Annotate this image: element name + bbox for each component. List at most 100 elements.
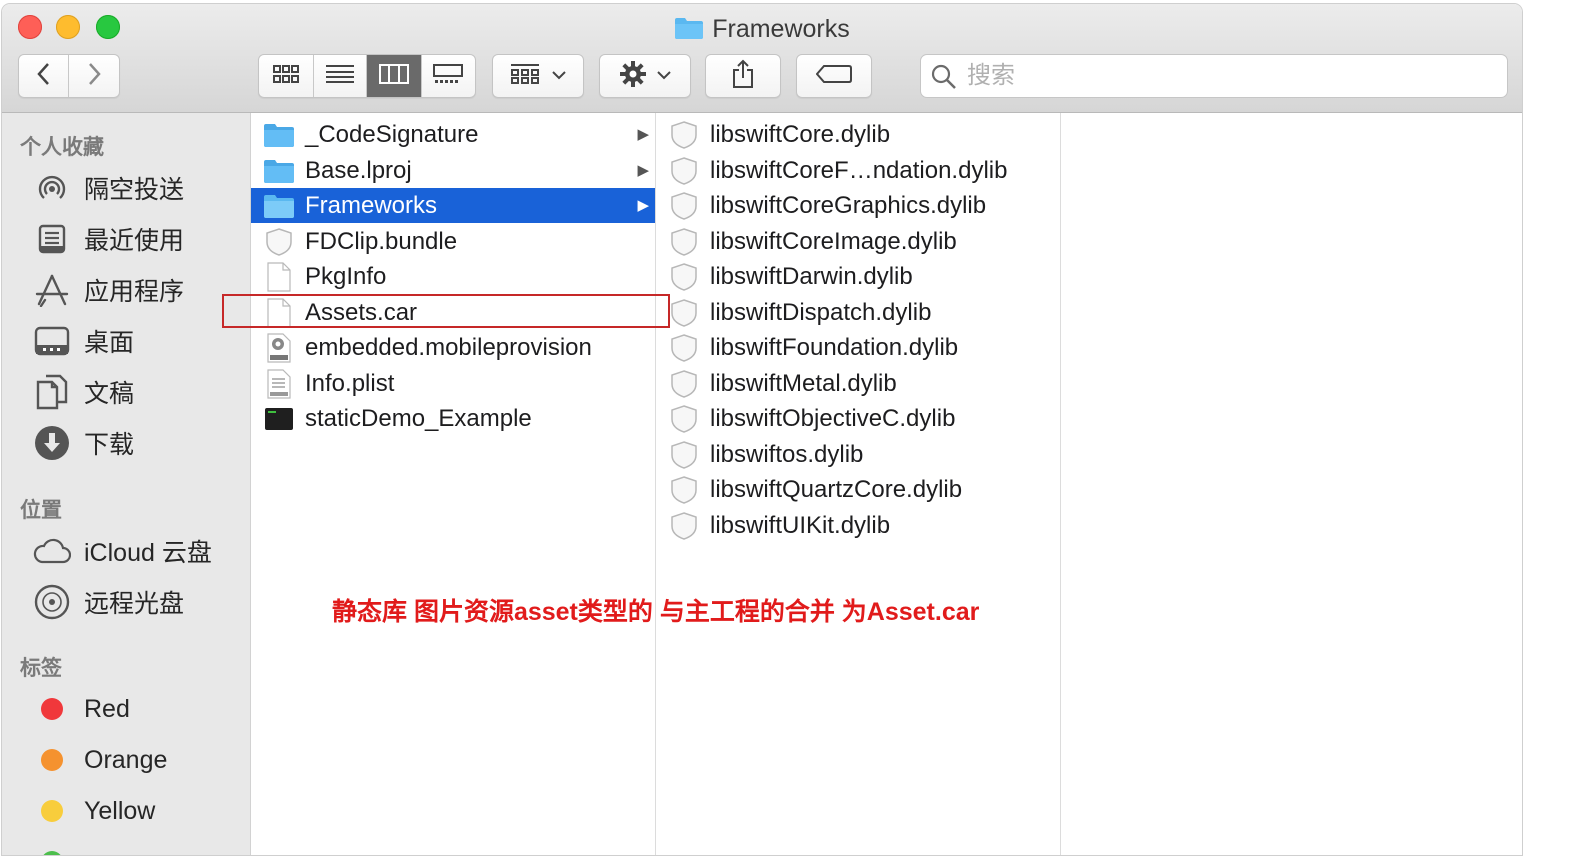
dylib-icon bbox=[666, 332, 702, 364]
sidebar-tag-green[interactable] bbox=[32, 842, 242, 855]
tag-dot-container bbox=[32, 740, 72, 780]
file-name: Frameworks bbox=[305, 191, 438, 219]
sidebar-item-recents[interactable]: 最近使用 bbox=[32, 219, 242, 259]
sidebar-item-label: Yellow bbox=[84, 796, 156, 825]
file-name: libswiftCoreGraphics.dylib bbox=[710, 191, 987, 219]
tags-button[interactable] bbox=[796, 54, 872, 98]
list-item[interactable]: libswiftMetal.dylib bbox=[656, 366, 897, 401]
sidebar-item-label: 隔空投送 bbox=[84, 176, 185, 204]
file-name: libswiftUIKit.dylib bbox=[710, 511, 891, 539]
documents-icon bbox=[32, 372, 72, 412]
sidebar-item-label: iCloud 云盘 bbox=[84, 539, 212, 567]
tag-dot-container bbox=[32, 791, 72, 831]
file-name: libswiftMetal.dylib bbox=[710, 369, 897, 397]
group-grid-icon bbox=[510, 63, 540, 90]
cloud-icon bbox=[32, 531, 72, 571]
yellow-tag-icon bbox=[41, 800, 63, 822]
sidebar-item-downloads[interactable]: 下载 bbox=[32, 423, 242, 463]
share-button[interactable] bbox=[705, 54, 781, 98]
list-item[interactable]: libswiftCoreImage.dylib bbox=[656, 224, 957, 259]
gear-icon bbox=[619, 60, 647, 93]
list-item[interactable]: libswiftCoreF…ndation.dylib bbox=[656, 153, 1007, 188]
dylib-icon bbox=[666, 510, 702, 542]
dylib-icon bbox=[666, 439, 702, 471]
file-name: libswiftQuartzCore.dylib bbox=[710, 475, 963, 503]
file-name: _CodeSignature bbox=[305, 120, 479, 148]
sidebar-item-airdrop[interactable]: 隔空投送 bbox=[32, 168, 242, 208]
provision-icon bbox=[261, 332, 297, 364]
sidebar-tag-yellow[interactable]: Yellow bbox=[32, 791, 242, 831]
list-item[interactable]: libswiftDarwin.dylib bbox=[656, 259, 913, 294]
dylib-icon bbox=[666, 368, 702, 400]
list-item[interactable]: libswiftDispatch.dylib bbox=[656, 295, 931, 330]
list-item[interactable]: libswiftCoreGraphics.dylib bbox=[656, 188, 986, 223]
search-placeholder: 搜索 bbox=[967, 62, 1015, 89]
file-name: FDClip.bundle bbox=[305, 227, 458, 255]
action-menu-button[interactable] bbox=[599, 54, 691, 98]
list-item[interactable]: Base.lproj ▶ bbox=[251, 153, 655, 188]
disc-icon bbox=[32, 582, 72, 622]
disclosure-arrow-icon: ▶ bbox=[637, 126, 649, 143]
group-by-button[interactable] bbox=[492, 54, 584, 98]
file-name: libswiftFoundation.dylib bbox=[710, 333, 959, 361]
dylib-icon bbox=[666, 261, 702, 293]
list-item[interactable]: FDClip.bundle bbox=[251, 224, 655, 259]
list-item[interactable]: staticDemo_Example bbox=[251, 401, 655, 436]
file-name: libswiftCoreImage.dylib bbox=[710, 227, 957, 255]
document-icon bbox=[261, 261, 297, 293]
sidebar-item-remote-disc[interactable]: 远程光盘 bbox=[32, 582, 242, 622]
gallery-view-button[interactable] bbox=[422, 55, 476, 97]
favorites-header: 个人收藏 bbox=[20, 136, 104, 159]
window-title-text: Frameworks bbox=[712, 15, 850, 43]
list-view-button[interactable] bbox=[314, 55, 367, 97]
back-button[interactable] bbox=[19, 55, 70, 97]
share-icon bbox=[731, 59, 755, 94]
dylib-icon bbox=[666, 403, 702, 435]
sidebar-item-desktop[interactable]: 桌面 bbox=[32, 321, 242, 361]
sidebar-item-icloud[interactable]: iCloud 云盘 bbox=[32, 531, 242, 571]
list-item[interactable]: libswiftFoundation.dylib bbox=[656, 330, 958, 365]
folder-icon bbox=[674, 16, 704, 47]
dylib-icon bbox=[666, 155, 702, 187]
navigation-buttons bbox=[18, 54, 120, 98]
list-item[interactable]: Info.plist bbox=[251, 366, 655, 401]
column-view-button[interactable] bbox=[367, 55, 422, 97]
recents-icon bbox=[32, 219, 72, 259]
window-title: Frameworks bbox=[2, 14, 1522, 47]
file-name: libswiftCoreF…ndation.dylib bbox=[710, 156, 1008, 184]
search-field[interactable]: 搜索 bbox=[920, 54, 1508, 98]
list-item[interactable]: libswiftos.dylib bbox=[656, 437, 863, 472]
sidebar-item-label: 应用程序 bbox=[84, 278, 185, 306]
dylib-icon bbox=[666, 297, 702, 329]
icon-view-icon bbox=[272, 64, 299, 88]
sidebar-item-label: 远程光盘 bbox=[84, 590, 185, 618]
list-item-selected[interactable]: Frameworks ▶ bbox=[251, 188, 655, 223]
list-item[interactable]: embedded.mobileprovision bbox=[251, 330, 655, 365]
airdrop-icon bbox=[32, 168, 72, 208]
forward-button[interactable] bbox=[69, 55, 119, 97]
list-item[interactable]: libswiftQuartzCore.dylib bbox=[656, 472, 962, 507]
list-item[interactable]: libswiftCore.dylib bbox=[656, 117, 890, 152]
icon-view-button[interactable] bbox=[259, 55, 314, 97]
sidebar-tag-red[interactable]: Red bbox=[32, 689, 242, 729]
file-name: embedded.mobileprovision bbox=[305, 333, 592, 361]
plist-icon bbox=[261, 368, 297, 400]
sidebar-item-label: 最近使用 bbox=[84, 227, 185, 255]
chevron-left-icon bbox=[36, 62, 52, 91]
list-item[interactable]: libswiftObjectiveC.dylib bbox=[656, 401, 955, 436]
column-empty bbox=[1061, 113, 1522, 855]
sidebar-item-label: 文稿 bbox=[84, 380, 135, 408]
downloads-icon bbox=[32, 423, 72, 463]
list-item[interactable]: PkgInfo bbox=[251, 259, 655, 294]
list-item[interactable]: _CodeSignature ▶ bbox=[251, 117, 655, 152]
orange-tag-icon bbox=[41, 749, 63, 771]
chevron-down-icon bbox=[657, 67, 671, 85]
list-item[interactable]: libswiftUIKit.dylib bbox=[656, 508, 890, 543]
sidebar-item-documents[interactable]: 文稿 bbox=[32, 372, 242, 412]
list-view-icon bbox=[325, 64, 354, 89]
disclosure-arrow-icon: ▶ bbox=[637, 197, 649, 214]
search-icon bbox=[931, 64, 957, 95]
sidebar-item-applications[interactable]: 应用程序 bbox=[32, 270, 242, 310]
file-name: libswiftDarwin.dylib bbox=[710, 262, 913, 290]
sidebar-tag-orange[interactable]: Orange bbox=[32, 740, 242, 780]
